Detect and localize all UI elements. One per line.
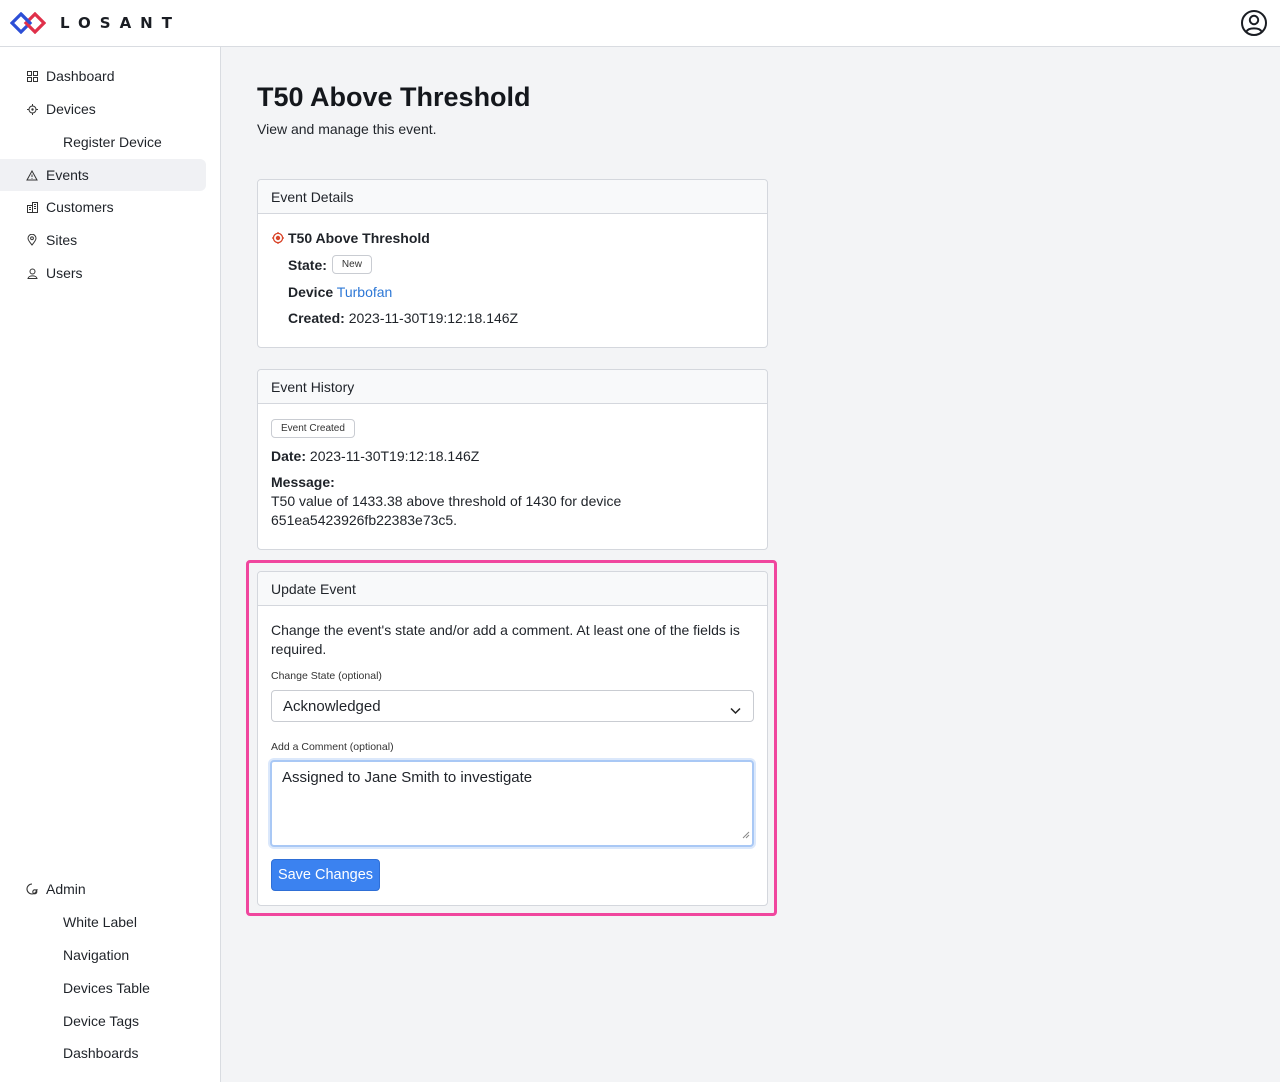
- event-name-row: T50 Above Threshold: [272, 230, 430, 246]
- state-label: State:: [288, 256, 327, 273]
- sidebar-item-label: Users: [46, 265, 83, 281]
- sidebar-item-label: Navigation: [63, 947, 130, 963]
- brand-name: LOSANT: [60, 14, 181, 32]
- sidebar-item-label: Sites: [46, 232, 78, 248]
- sidebar-item-register-device[interactable]: Register Device: [0, 126, 206, 158]
- sidebar-item-label: Dashboard: [46, 68, 115, 84]
- sidebar-item-navigation[interactable]: Navigation: [0, 939, 206, 971]
- history-message-label: Message:: [271, 474, 335, 490]
- sidebar-item-label: Devices: [46, 101, 96, 117]
- sidebar-item-label: Admin: [46, 881, 86, 897]
- update-description-line-1: Change the event's state and/or add a co…: [271, 622, 740, 638]
- change-state-label: Change State (optional): [271, 670, 382, 682]
- sidebar-item-white-label[interactable]: White Label: [0, 906, 206, 938]
- chip-icon: [26, 103, 38, 115]
- sidebar-item-users[interactable]: Users: [0, 257, 206, 289]
- event-details-header: Event Details: [258, 180, 767, 214]
- sidebar-item-sites[interactable]: Sites: [0, 224, 206, 256]
- sidebar-item-device-tags[interactable]: Device Tags: [0, 1005, 206, 1037]
- resize-handle-icon[interactable]: [742, 826, 750, 843]
- state-row: State: New: [288, 255, 372, 274]
- event-details-card: Event Details T50 Above Threshold State:…: [257, 179, 768, 348]
- created-row: Created: 2023-11-30T19:12:18.146Z: [288, 310, 518, 326]
- warning-icon: [26, 169, 38, 181]
- history-message-line-2: 651ea5423926fb22383e73c5.: [271, 512, 458, 528]
- sidebar-item-label: Register Device: [63, 134, 162, 150]
- sidebar-item-customers[interactable]: Customers: [0, 191, 206, 223]
- sidebar-item-label: Devices Table: [63, 980, 150, 996]
- event-history-card: Event History Event Created Date: 2023-1…: [257, 369, 768, 550]
- update-event-card: Update Event Change the event's state an…: [257, 571, 768, 906]
- event-alert-icon: [272, 232, 284, 244]
- sidebar-item-dashboards[interactable]: Dashboards: [0, 1037, 206, 1069]
- device-row: Device Turbofan: [288, 284, 392, 300]
- change-state-select[interactable]: Acknowledged: [271, 690, 754, 722]
- sidebar-item-devices[interactable]: Devices: [0, 93, 206, 125]
- losant-logo-icon: [10, 12, 46, 34]
- account-icon[interactable]: [1240, 9, 1268, 37]
- top-bar: LOSANT: [0, 0, 1280, 47]
- sidebar-item-label: White Label: [63, 914, 137, 930]
- grid-icon: [26, 70, 38, 82]
- admin-gear-icon: [26, 883, 38, 895]
- history-date-row: Date: 2023-11-30T19:12:18.146Z: [271, 448, 479, 464]
- created-label: Created:: [288, 310, 345, 326]
- created-value: 2023-11-30T19:12:18.146Z: [348, 310, 519, 326]
- sidebar-item-admin[interactable]: Admin: [0, 873, 206, 905]
- comment-text: Assigned to Jane Smith to investigate: [282, 769, 533, 786]
- comment-label: Add a Comment (optional): [271, 741, 394, 753]
- sidebar-item-devices-table[interactable]: Devices Table: [0, 972, 206, 1004]
- sidebar: Dashboard Devices Register Device Events…: [0, 47, 221, 1082]
- event-name: T50 Above Threshold: [288, 230, 430, 246]
- page-subtitle: View and manage this event.: [257, 121, 437, 137]
- event-history-header: Event History: [258, 370, 767, 404]
- update-description-line-2: required.: [271, 641, 327, 657]
- save-changes-button[interactable]: Save Changes: [271, 859, 380, 891]
- building-icon: [26, 201, 38, 213]
- comment-textarea[interactable]: Assigned to Jane Smith to investigate: [270, 760, 754, 847]
- history-message-line-1: T50 value of 1433.38 above threshold of …: [271, 493, 622, 509]
- page-title: T50 Above Threshold: [257, 82, 531, 112]
- pin-icon: [26, 234, 38, 246]
- change-state-selected: Acknowledged: [283, 697, 381, 715]
- state-badge: New: [331, 255, 372, 274]
- user-icon: [26, 267, 38, 279]
- sidebar-item-label: Dashboards: [63, 1045, 139, 1061]
- history-event-badge: Event Created: [271, 419, 355, 438]
- update-event-header: Update Event: [258, 572, 767, 606]
- chevron-down-icon: [730, 702, 741, 719]
- sidebar-item-label: Events: [46, 167, 89, 183]
- history-date-value: 2023-11-30T19:12:18.146Z: [309, 448, 480, 464]
- sidebar-item-label: Device Tags: [63, 1013, 140, 1029]
- sidebar-item-dashboard[interactable]: Dashboard: [0, 60, 206, 92]
- device-link[interactable]: Turbofan: [337, 284, 393, 300]
- sidebar-item-events[interactable]: Events: [0, 159, 206, 191]
- history-date-label: Date:: [271, 448, 307, 464]
- device-label: Device: [288, 284, 334, 300]
- sidebar-item-label: Customers: [46, 199, 114, 215]
- brand-logo[interactable]: LOSANT: [10, 12, 181, 34]
